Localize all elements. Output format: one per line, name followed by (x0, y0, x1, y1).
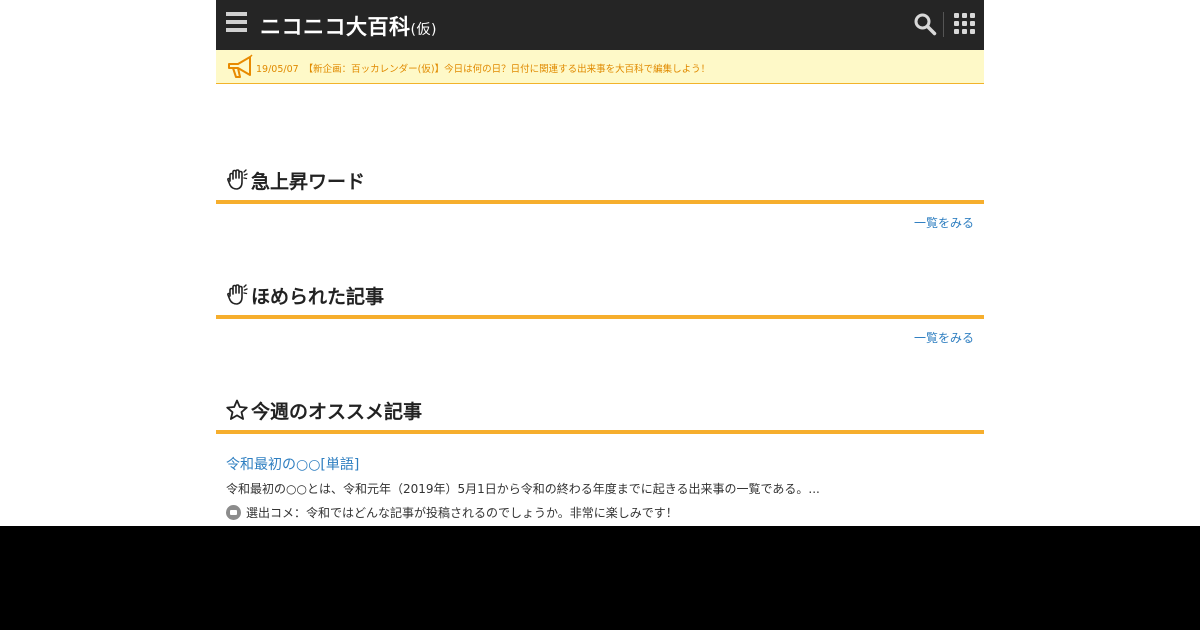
logo-suffix: (仮) (410, 22, 437, 38)
view-all-link-trending[interactable]: 一覧をみる (914, 214, 974, 231)
apps-grid-icon[interactable] (954, 13, 975, 34)
section-title-praised: ほめられた記事 (216, 279, 984, 319)
star-icon (226, 399, 248, 420)
view-all-link-praised[interactable]: 一覧をみる (914, 329, 974, 346)
section-title-recommended: 今週のオススメ記事 (216, 394, 984, 434)
section-title-label: 今週のオススメ記事 (251, 401, 423, 423)
header-divider (943, 12, 944, 37)
section-title-trending: 急上昇ワード (216, 164, 984, 204)
recommended-article-title[interactable]: 令和最初の○○[単語] (226, 454, 359, 474)
notice-message: 【新企画：百ッカレンダー(仮)】今日は何の日？日付に関連する出来事を大百科で編集… (303, 64, 711, 75)
megaphone-icon (228, 54, 253, 78)
clapping-hand-icon (227, 284, 248, 305)
recommended-article-summary: 令和最初の○○とは、令和元年（2019年）5月1日から令和の終わる年度までに起き… (226, 482, 820, 496)
viewport: ニコニコ大百科(仮) 19/05/07 【新企画：百ッカレンダー(仮)】今日は何の… (0, 0, 1200, 526)
hamburger-menu-icon[interactable] (226, 12, 247, 36)
page: ニコニコ大百科(仮) 19/05/07 【新企画：百ッカレンダー(仮)】今日は何の… (216, 0, 984, 526)
selection-comment: 選出コメ：令和ではどんな記事が投稿されるのでしょうか。非常に楽しみです！ (226, 504, 678, 521)
comment-icon (226, 505, 241, 520)
notice-text: 19/05/07 【新企画：百ッカレンダー(仮)】今日は何の日？日付に関連する出来… (256, 61, 710, 75)
notice-date: 19/05/07 (256, 64, 299, 75)
site-header: ニコニコ大百科(仮) (216, 0, 984, 50)
notice-banner[interactable]: 19/05/07 【新企画：百ッカレンダー(仮)】今日は何の日？日付に関連する出来… (216, 50, 984, 84)
section-title-label: ほめられた記事 (251, 286, 385, 308)
site-logo[interactable]: ニコニコ大百科(仮) (260, 11, 437, 41)
search-icon[interactable] (913, 12, 937, 36)
selection-comment-text: 選出コメ：令和ではどんな記事が投稿されるのでしょうか。非常に楽しみです！ (246, 506, 678, 520)
clapping-hand-icon (227, 169, 248, 190)
section-title-label: 急上昇ワード (251, 171, 366, 193)
logo-text: ニコニコ大百科 (260, 15, 411, 39)
